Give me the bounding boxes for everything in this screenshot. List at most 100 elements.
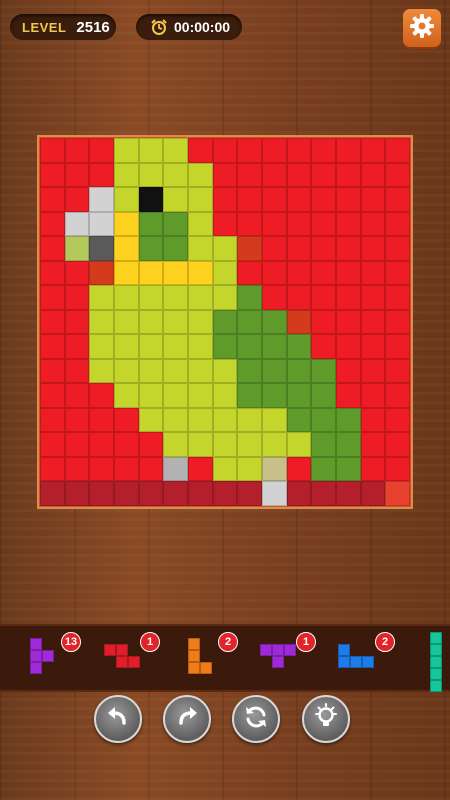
board-cell[interactable] <box>89 138 114 163</box>
board-cell[interactable] <box>335 138 361 163</box>
board-cell[interactable] <box>163 285 188 310</box>
board-cell[interactable] <box>212 407 238 433</box>
board-cell[interactable] <box>113 211 139 237</box>
board-cell[interactable] <box>113 407 139 433</box>
board-cell[interactable] <box>212 358 238 384</box>
board-cell[interactable] <box>40 407 65 433</box>
board-cell[interactable] <box>138 187 164 212</box>
board-cell[interactable] <box>138 383 164 408</box>
board-cell[interactable] <box>385 187 410 212</box>
board-cell[interactable] <box>163 358 188 384</box>
board-cell[interactable] <box>64 260 90 286</box>
board-cell[interactable] <box>113 138 139 163</box>
board-cell[interactable] <box>40 432 65 457</box>
board-cell[interactable] <box>163 407 188 433</box>
board-cell[interactable] <box>261 236 287 261</box>
board-cell[interactable] <box>40 358 65 384</box>
board-cell[interactable] <box>89 236 114 261</box>
board-cell[interactable] <box>286 383 312 408</box>
board-cell[interactable] <box>261 260 287 286</box>
board-cell[interactable] <box>89 407 114 433</box>
board-cell[interactable] <box>212 285 238 310</box>
board-cell[interactable] <box>385 162 410 188</box>
board-cell[interactable] <box>385 285 410 310</box>
board-cell[interactable] <box>212 481 238 506</box>
board-cell[interactable] <box>40 138 65 163</box>
board-cell[interactable] <box>163 481 188 506</box>
board-cell[interactable] <box>360 162 386 188</box>
board-cell[interactable] <box>286 187 312 212</box>
board-cell[interactable] <box>138 211 164 237</box>
board-cell[interactable] <box>335 211 361 237</box>
board-cell[interactable] <box>138 285 164 310</box>
board-cell[interactable] <box>187 260 213 286</box>
board-cell[interactable] <box>237 285 262 310</box>
board-cell[interactable] <box>89 358 114 384</box>
board-cell[interactable] <box>89 187 114 212</box>
board-cell[interactable] <box>138 309 164 335</box>
board-cell[interactable] <box>261 187 287 212</box>
board-cell[interactable] <box>163 309 188 335</box>
board-cell[interactable] <box>237 456 262 482</box>
board-cell[interactable] <box>385 481 410 506</box>
board-cell[interactable] <box>311 260 336 286</box>
redo-button[interactable] <box>163 695 211 743</box>
board-cell[interactable] <box>286 236 312 261</box>
board-cell[interactable] <box>385 407 410 433</box>
board-cell[interactable] <box>212 187 238 212</box>
board-cell[interactable] <box>187 334 213 359</box>
board-cell[interactable] <box>113 309 139 335</box>
board-cell[interactable] <box>138 432 164 457</box>
board-cell[interactable] <box>138 162 164 188</box>
board-cell[interactable] <box>212 334 238 359</box>
board-cell[interactable] <box>187 407 213 433</box>
board-cell[interactable] <box>286 260 312 286</box>
board-cell[interactable] <box>40 309 65 335</box>
board-cell[interactable] <box>311 309 336 335</box>
board-cell[interactable] <box>89 456 114 482</box>
board-cell[interactable] <box>163 456 188 482</box>
board-cell[interactable] <box>113 285 139 310</box>
board-cell[interactable] <box>113 383 139 408</box>
board-cell[interactable] <box>64 383 90 408</box>
board-cell[interactable] <box>311 138 336 163</box>
board-cell[interactable] <box>187 432 213 457</box>
board-cell[interactable] <box>64 138 90 163</box>
board-cell[interactable] <box>360 187 386 212</box>
board-cell[interactable] <box>163 187 188 212</box>
board-cell[interactable] <box>237 383 262 408</box>
board-cell[interactable] <box>385 358 410 384</box>
board-cell[interactable] <box>335 383 361 408</box>
board-cell[interactable] <box>187 138 213 163</box>
board-cell[interactable] <box>212 211 238 237</box>
undo-button[interactable] <box>94 695 142 743</box>
board-cell[interactable] <box>113 260 139 286</box>
board-cell[interactable] <box>64 285 90 310</box>
board-cell[interactable] <box>212 138 238 163</box>
board-cell[interactable] <box>360 456 386 482</box>
board-cell[interactable] <box>335 432 361 457</box>
board-cell[interactable] <box>237 432 262 457</box>
board-cell[interactable] <box>64 358 90 384</box>
board-cell[interactable] <box>261 285 287 310</box>
board-cell[interactable] <box>335 309 361 335</box>
board-cell[interactable] <box>261 334 287 359</box>
board-cell[interactable] <box>237 162 262 188</box>
board-cell[interactable] <box>113 481 139 506</box>
board-cell[interactable] <box>261 383 287 408</box>
board-cell[interactable] <box>163 236 188 261</box>
board-cell[interactable] <box>385 309 410 335</box>
board-cell[interactable] <box>237 138 262 163</box>
board-cell[interactable] <box>335 187 361 212</box>
board-cell[interactable] <box>40 285 65 310</box>
board-cell[interactable] <box>113 432 139 457</box>
board-cell[interactable] <box>311 285 336 310</box>
board-cell[interactable] <box>311 432 336 457</box>
board-cell[interactable] <box>138 334 164 359</box>
board-cell[interactable] <box>385 138 410 163</box>
board-cell[interactable] <box>64 236 90 261</box>
board-cell[interactable] <box>64 211 90 237</box>
board-cell[interactable] <box>212 456 238 482</box>
board-cell[interactable] <box>286 211 312 237</box>
board-cell[interactable] <box>64 432 90 457</box>
